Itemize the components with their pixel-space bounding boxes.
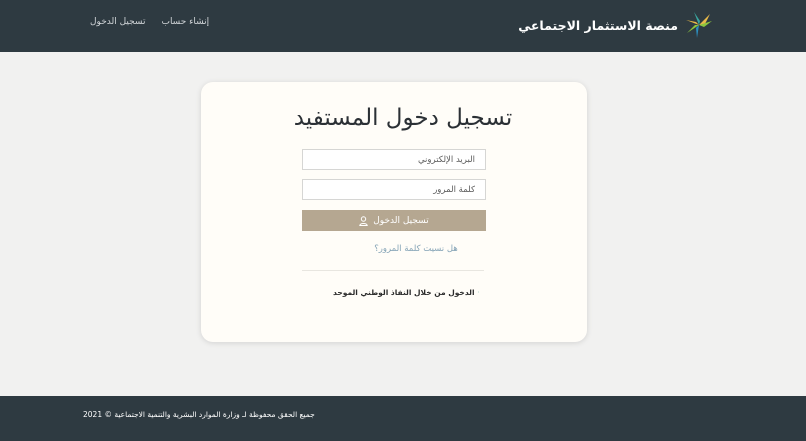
copyright-text: جميع الحقق محفوظة لـ وزارة الموارد البشر… <box>83 410 315 419</box>
register-link[interactable]: إنشاء حساب <box>161 17 209 27</box>
password-field[interactable] <box>302 179 486 200</box>
login-button[interactable]: تسجيل الدخول <box>302 210 486 231</box>
header-nav: تسجيل الدخول إنشاء حساب <box>90 17 209 27</box>
login-button-label: تسجيل الدخول <box>373 215 429 226</box>
footer: جميع الحقق محفوظة لـ وزارة الموارد البشر… <box>0 396 806 441</box>
nafath-label: الدخول من خلال النفاذ الوطني الموحد <box>333 287 475 297</box>
nafath-login-link[interactable]: الدخول من خلال النفاذ الوطني الموحد <box>333 282 479 302</box>
email-field[interactable] <box>302 149 486 170</box>
brand-name: منصة الاستثمار الاجتماعي <box>518 17 678 33</box>
forgot-password-link[interactable]: هل نسيت كلمة المرور؟ <box>0 244 806 254</box>
brand[interactable]: منصة الاستثمار الاجتماعي <box>518 12 714 38</box>
nafath-logo-icon <box>477 291 479 293</box>
user-icon <box>359 215 369 226</box>
divider <box>302 270 484 271</box>
top-header: منصة الاستثمار الاجتماعي تسجيل الدخول إن… <box>0 0 806 52</box>
login-link[interactable]: تسجيل الدخول <box>90 17 145 27</box>
page-title: تسجيل دخول المستفيد <box>293 105 513 131</box>
palm-star-logo <box>686 12 712 38</box>
